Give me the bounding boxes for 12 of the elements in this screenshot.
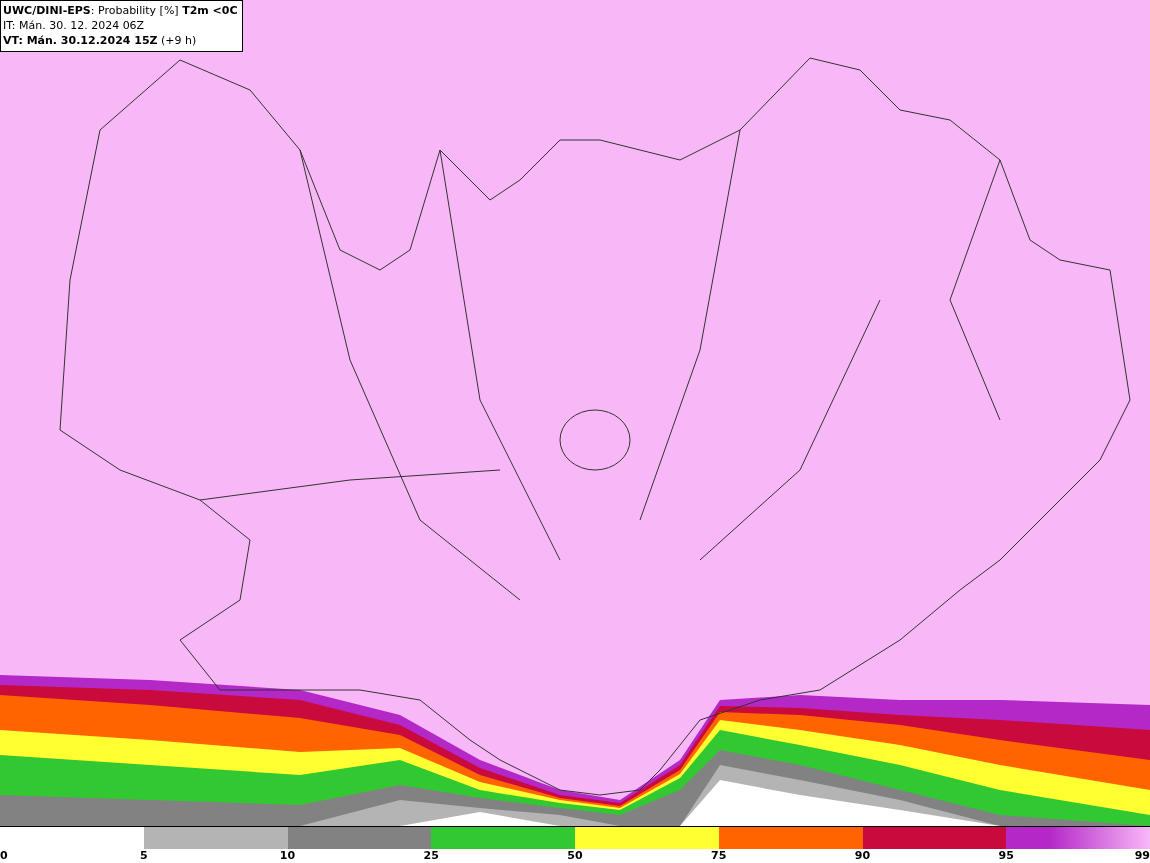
legend-label: 50 [567,849,583,862]
legend-label: 0 [0,849,8,862]
valid-time-text: VT: Mán. 30.12.2024 15Z (+9 h) [3,33,198,48]
legend-label: 5 [139,849,148,862]
legend-label: 90 [854,849,871,862]
legend-label: 25 [423,849,439,862]
legend-label: 95 [998,849,1014,862]
init-time-text: IT: Mán. 30. 12. 2024 06Z [3,18,146,33]
legend-label: 10 [279,849,296,862]
title-text: UWC/DINI-EPS: Probability [%] T2m <0C [3,3,238,18]
legend-label: 75 [711,849,727,862]
legend-label: 99 [1134,849,1150,862]
